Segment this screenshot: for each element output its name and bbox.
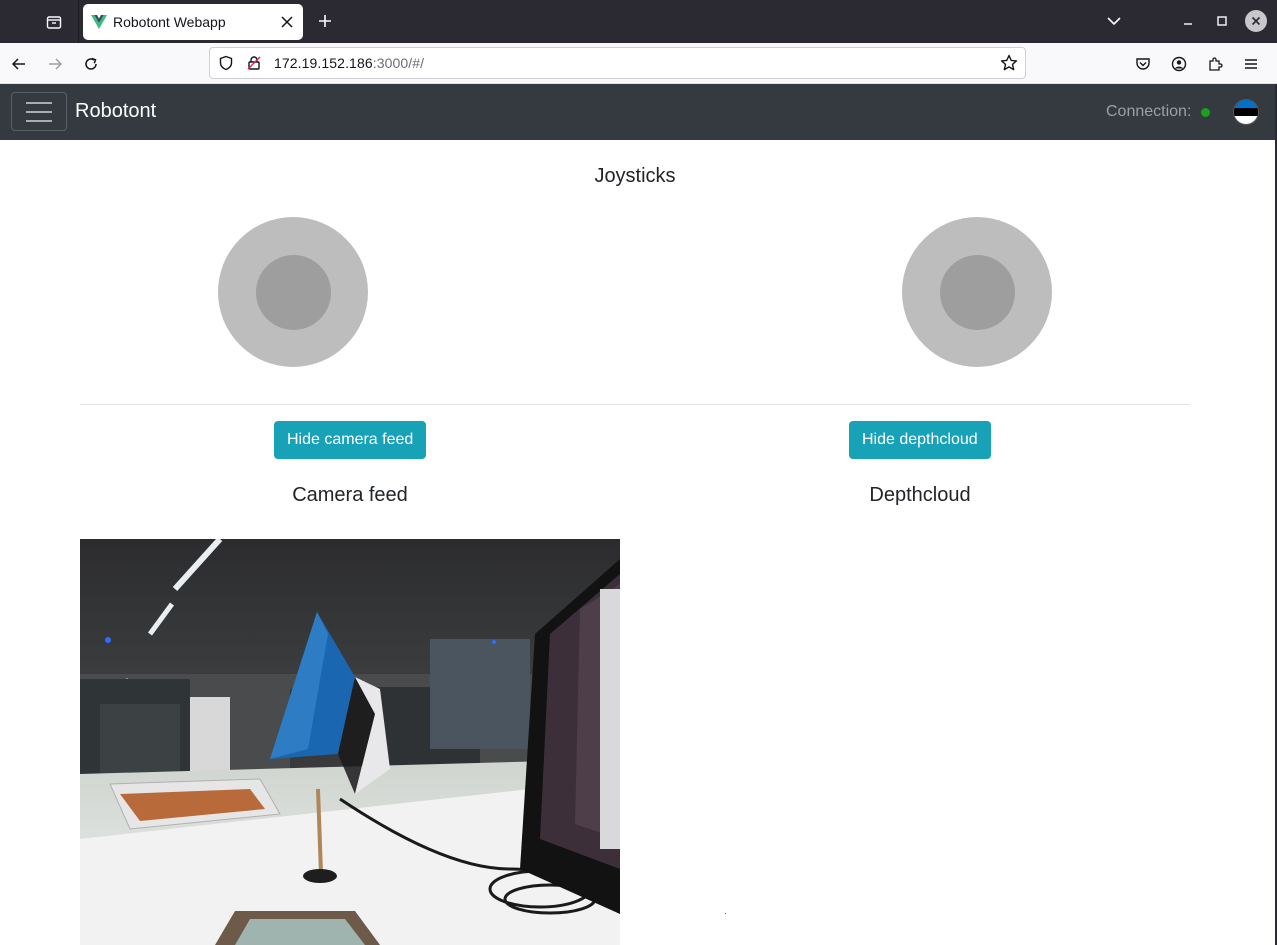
app-navbar: Robotont Connection: (0, 84, 1275, 140)
vue-favicon-icon (91, 15, 107, 29)
extensions-button[interactable] (1201, 50, 1229, 78)
back-button[interactable] (5, 50, 33, 78)
puzzle-icon (1209, 57, 1223, 71)
pocket-button[interactable] (1129, 50, 1157, 78)
depthcloud-canvas-point (725, 913, 726, 914)
reload-button[interactable] (77, 50, 105, 78)
pocket-icon (1136, 58, 1150, 70)
url-bar[interactable]: 172.19.152.186:3000/#/ (209, 47, 1026, 79)
url-path: :3000/#/ (372, 55, 425, 71)
hide-depthcloud-button[interactable]: Hide depthcloud (849, 421, 991, 459)
tab-title: Robotont Webapp (113, 14, 226, 30)
right-joystick[interactable] (902, 217, 1052, 367)
account-icon (1171, 56, 1187, 72)
estonia-flag-icon[interactable] (1233, 99, 1259, 125)
maximize-button[interactable] (1209, 8, 1235, 34)
close-window-button[interactable] (1245, 10, 1267, 32)
toggle-bar (26, 101, 52, 104)
camera-feed-title: Camera feed (292, 484, 408, 506)
toggle-bar (26, 110, 52, 113)
tab-close-icon[interactable] (275, 10, 299, 34)
account-button[interactable] (1165, 50, 1193, 78)
plus-icon (319, 15, 331, 27)
chevron-down-icon (1107, 17, 1121, 26)
hamburger-menu-icon (1245, 59, 1257, 69)
connection-status: Connection: (1106, 103, 1211, 121)
firefox-view-button[interactable] (40, 8, 68, 36)
section-divider (80, 404, 1190, 405)
joysticks-title: Joysticks (594, 165, 676, 187)
main-content: Joysticks Hide camera feed Hide depthclo… (80, 140, 1190, 945)
url-host: 172.19.152.186 (274, 55, 373, 71)
shield-icon[interactable] (214, 51, 238, 75)
url-text[interactable]: 172.19.152.186:3000/#/ (274, 55, 997, 71)
reload-icon (85, 57, 97, 70)
browser-nav-bar: 172.19.152.186:3000/#/ (0, 43, 1277, 84)
hide-camera-feed-button[interactable]: Hide camera feed (274, 421, 427, 459)
right-joystick-knob[interactable] (940, 255, 1015, 330)
left-joystick[interactable] (218, 217, 368, 367)
camera-feed-image (80, 539, 620, 945)
toggle-bar (26, 119, 52, 122)
connection-indicator-icon (1201, 107, 1211, 117)
arrow-right-icon (49, 58, 63, 70)
insecure-lock-icon[interactable] (242, 51, 266, 75)
close-icon (1251, 16, 1261, 26)
browser-tab-bar: Robotont Webapp (0, 0, 1277, 43)
new-tab-button[interactable] (312, 8, 338, 34)
minimize-button[interactable] (1175, 8, 1201, 34)
app-brand[interactable]: Robotont (75, 100, 156, 123)
arrow-left-icon (11, 58, 25, 70)
tab-separator (78, 0, 79, 43)
menu-button[interactable] (1237, 50, 1265, 78)
bookmark-star-icon[interactable] (997, 51, 1021, 75)
sidebar-toggle-button[interactable] (11, 92, 67, 131)
forward-button[interactable] (41, 50, 69, 78)
minimize-icon (1184, 23, 1192, 25)
list-all-tabs-button[interactable] (1101, 8, 1127, 34)
firefox-view-icon (46, 16, 62, 29)
connection-label: Connection: (1106, 103, 1192, 120)
depthcloud-title: Depthcloud (869, 484, 971, 506)
left-joystick-knob[interactable] (256, 255, 331, 330)
browser-tab-robotont[interactable]: Robotont Webapp (83, 4, 303, 40)
maximize-icon (1217, 16, 1227, 26)
